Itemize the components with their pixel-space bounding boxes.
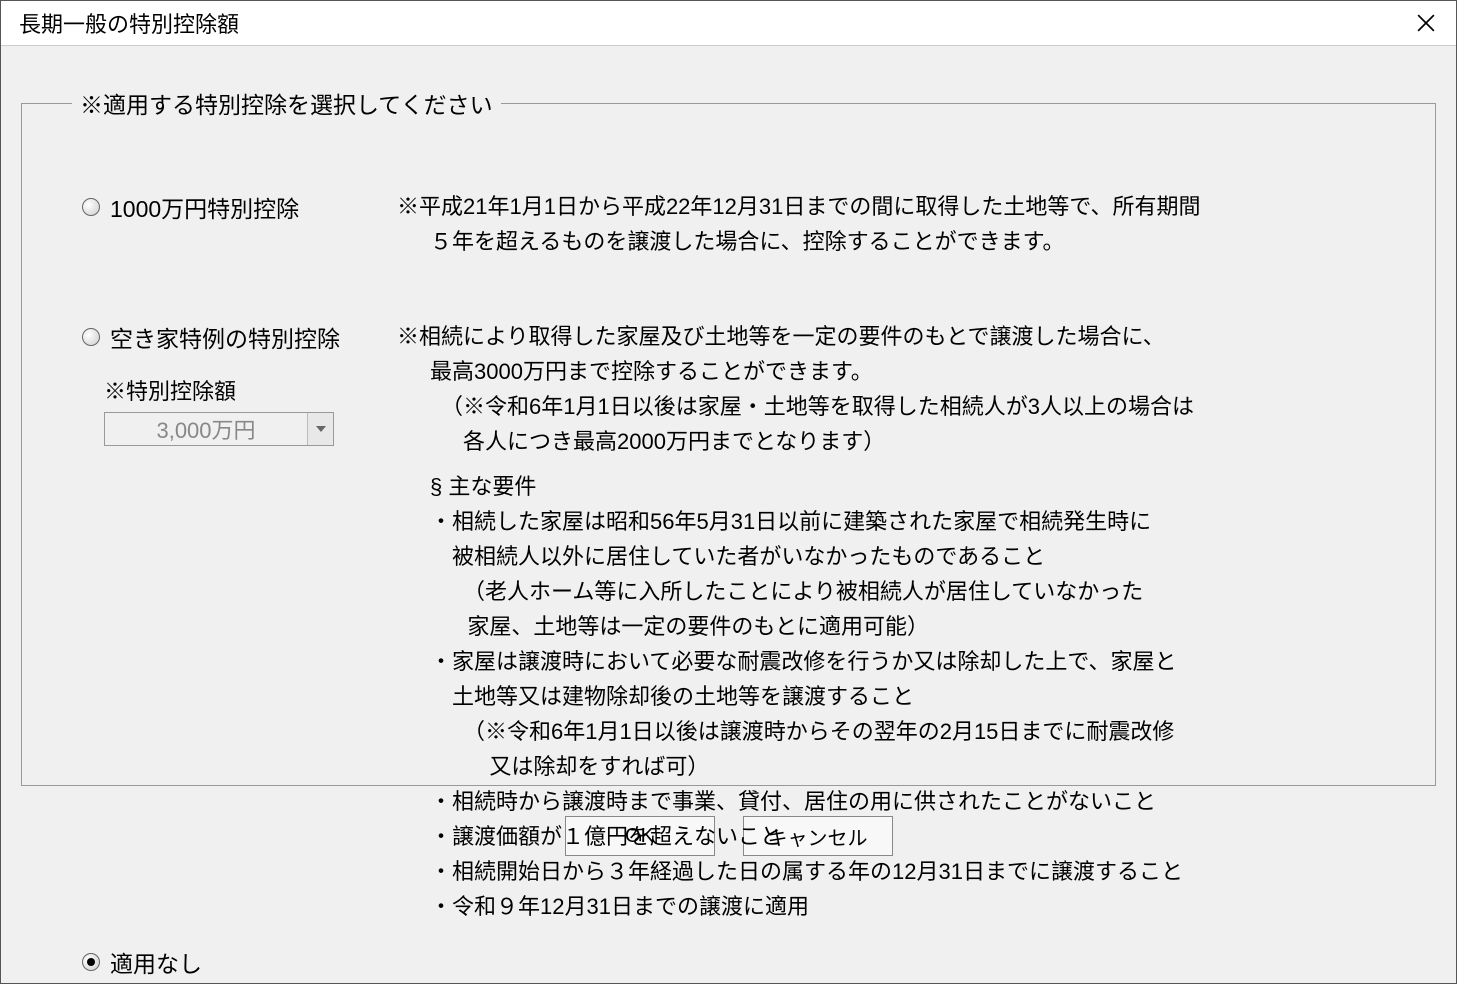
radio-1000man[interactable]: 1000万円特別控除 <box>82 190 397 224</box>
radio-label: 空き家特例の特別控除 <box>110 320 340 354</box>
desc-line: （※令和6年1月1日以後は家屋・土地等を取得した相続人が3人以上の場合は <box>397 390 1395 423</box>
option-row-1000man: 1000万円特別控除 ※平成21年1月1日から平成22年12月31日までの間に取… <box>62 190 1395 260</box>
dropdown-arrow <box>307 413 333 445</box>
radio-col: 1000万円特別控除 <box>62 190 397 224</box>
option-row-akiya: 空き家特例の特別控除 ※特別控除額 3,000万円 <box>62 320 1395 925</box>
req-item: 家屋、土地等は一定の要件のもとに適用可能） <box>397 610 1395 643</box>
radio-label: 1000万円特別控除 <box>110 190 299 224</box>
radio-icon <box>82 953 100 971</box>
req-header: § 主な要件 <box>397 470 1395 503</box>
dialog-window: 長期一般の特別控除額 ※適用する特別控除を選択してください 1000万円特別控除 <box>0 0 1457 984</box>
chevron-down-icon <box>316 426 326 432</box>
radio-icon <box>82 328 100 346</box>
radio-label: 適用なし <box>110 945 202 979</box>
req-item: （老人ホーム等に入所したことにより被相続人が居住していなかった <box>397 575 1395 608</box>
description: ※平成21年1月1日から平成22年12月31日までの間に取得した土地等で、所有期… <box>397 190 1395 260</box>
req-item: 被相続人以外に居住していた者がいなかったものであること <box>397 540 1395 573</box>
desc-line: ※平成21年1月1日から平成22年12月31日までの間に取得した土地等で、所有期… <box>397 190 1395 223</box>
req-item: ・相続時から譲渡時まで事業、貸付、居住の用に供されたことがないこと <box>397 785 1395 818</box>
req-item: ・家屋は譲渡時において必要な耐震改修を行うか又は除却した上で、家屋と <box>397 645 1395 678</box>
req-item: 又は除却をすれば可） <box>397 750 1395 783</box>
deduction-amount-dropdown[interactable]: 3,000万円 <box>104 412 334 446</box>
req-item: ・相続開始日から３年経過した日の属する年の12月31日までに譲渡すること <box>397 855 1395 888</box>
desc-line: ※相続により取得した家屋及び土地等を一定の要件のもとで譲渡した場合に、 <box>397 320 1395 353</box>
description: ※相続により取得した家屋及び土地等を一定の要件のもとで譲渡した場合に、 最高30… <box>397 320 1395 925</box>
req-item: ・譲渡価額が１億円を超えないこと <box>397 820 1395 853</box>
req-item: ・相続した家屋は昭和56年5月31日以前に建築された家屋で相続発生時に <box>397 505 1395 538</box>
radio-col: 適用なし <box>62 945 397 979</box>
radio-icon <box>82 198 100 216</box>
sub-block: ※特別控除額 3,000万円 <box>82 374 397 446</box>
close-button[interactable] <box>1396 1 1456 45</box>
window-title: 長期一般の特別控除額 <box>19 7 239 39</box>
radio-col: 空き家特例の特別控除 ※特別控除額 3,000万円 <box>62 320 397 446</box>
requirements-list: ・相続した家屋は昭和56年5月31日以前に建築された家屋で相続発生時に 被相続人… <box>397 505 1395 923</box>
options-container: 1000万円特別控除 ※平成21年1月1日から平成22年12月31日までの間に取… <box>62 190 1395 979</box>
radio-akiya[interactable]: 空き家特例の特別控除 <box>82 320 397 354</box>
req-item: 土地等又は建物除却後の土地等を譲渡すること <box>397 680 1395 713</box>
content-area: ※適用する特別控除を選択してください 1000万円特別控除 ※平成21年1月1日… <box>1 46 1456 983</box>
option-row-none: 適用なし <box>62 945 1395 979</box>
title-bar: 長期一般の特別控除額 <box>1 1 1456 46</box>
desc-line: ５年を超えるものを譲渡した場合に、控除することができます。 <box>397 225 1395 258</box>
req-item: ・令和９年12月31日までの譲渡に適用 <box>397 890 1395 923</box>
group-legend: ※適用する特別控除を選択してください <box>72 86 501 120</box>
dropdown-value: 3,000万円 <box>105 413 307 445</box>
desc-line: 各人につき最高2000万円までとなります） <box>397 425 1395 458</box>
close-icon <box>1417 14 1435 32</box>
desc-line: 最高3000万円まで控除することができます。 <box>397 355 1395 388</box>
deduction-group: ※適用する特別控除を選択してください 1000万円特別控除 ※平成21年1月1日… <box>21 86 1436 786</box>
req-item: （※令和6年1月1日以後は譲渡時からその翌年の2月15日までに耐震改修 <box>397 715 1395 748</box>
radio-none[interactable]: 適用なし <box>82 945 397 979</box>
sub-label: ※特別控除額 <box>104 374 397 406</box>
